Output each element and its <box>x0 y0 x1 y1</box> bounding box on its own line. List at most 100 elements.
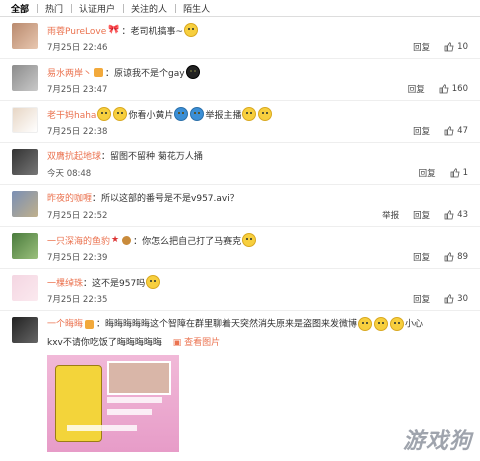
vip-badge-icon <box>85 319 95 329</box>
cat-emoji-icon <box>242 233 257 247</box>
comment-item: 一棵绰珠 ：这不是957吗 7月25日 22:35 回复 30 <box>0 269 480 311</box>
comment-text: ：老司机搞事~ <box>121 26 184 37</box>
comment-text: ：你怎么把自己打了马赛克 <box>133 236 242 247</box>
comment-username[interactable]: 易水两岸丶 <box>47 66 92 79</box>
tab-hot[interactable]: 热门 <box>37 2 71 15</box>
avatar[interactable] <box>12 107 38 133</box>
like-count: 89 <box>457 252 468 262</box>
comment-username[interactable]: 双膺抗起地球 <box>47 149 101 162</box>
avatar[interactable] <box>12 275 38 301</box>
like-button[interactable]: 30 <box>444 294 468 304</box>
like-count: 160 <box>451 84 468 94</box>
comment-text: ：这不是957吗 <box>83 278 146 289</box>
reply-button[interactable]: 回复 <box>408 83 425 95</box>
black-face-emoji-icon <box>185 65 200 79</box>
image-icon: ▣ <box>172 338 182 348</box>
tab-following[interactable]: 关注的人 <box>123 2 175 15</box>
chat-bubble <box>107 409 152 415</box>
like-button[interactable]: 1 <box>450 168 468 178</box>
medal-badge-icon <box>122 235 132 245</box>
comment-item: 易水两岸丶 ：原谅我不是个gay 7月25日 23:47 回复 160 <box>0 59 480 101</box>
view-image-label: 查看图片 <box>184 338 221 348</box>
tab-verified[interactable]: 认证用户 <box>71 2 123 15</box>
like-button[interactable]: 89 <box>444 252 468 262</box>
comment-text: ：原谅我不是个gay <box>105 68 185 79</box>
comment-text: 你看小黄片 <box>128 110 174 121</box>
comment-username[interactable]: 一只深海的鱼豹 <box>47 234 110 247</box>
cat-emoji-icon <box>146 275 161 289</box>
comment-item: 双膺抗起地球 ：留图不留种 菊花万人捅 今天 08:48 回复 1 <box>0 143 480 185</box>
avatar[interactable] <box>12 23 38 49</box>
like-count: 10 <box>457 42 468 52</box>
comment-time: 7月25日 22:35 <box>47 295 108 305</box>
bow-icon: 🎀 <box>108 25 120 35</box>
comment-time: 今天 08:48 <box>47 169 92 179</box>
star-badge-icon: ★ <box>111 235 120 245</box>
doraemon-emoji-icon <box>190 107 205 121</box>
like-count: 1 <box>462 168 468 178</box>
comment-text: kxv不请你吃饭了晦晦晦晦晦 <box>47 338 162 348</box>
photo-thumbnail <box>107 361 171 395</box>
reply-button[interactable]: 回复 <box>413 125 430 137</box>
reply-button[interactable]: 回复 <box>413 251 430 263</box>
laugh-emoji-icon <box>242 107 257 121</box>
comment-text: 小心 <box>405 319 424 330</box>
comment-username[interactable]: 一个晦晦 <box>47 320 83 330</box>
comment-item: 昨夜的咖喱 ：所以这部的番号是不是v957.avi？ 7月25日 22:52 举… <box>0 185 480 227</box>
tab-all[interactable]: 全部 <box>3 2 37 15</box>
comment-username[interactable]: 老干妈haha <box>47 108 96 121</box>
cat-emoji-icon <box>374 317 389 331</box>
comment-time: 7月25日 22:46 <box>47 43 108 53</box>
thumbs-up-icon <box>444 294 454 304</box>
watermark-logo: 游戏狗 <box>402 429 472 454</box>
like-button[interactable]: 160 <box>439 84 468 94</box>
comment-item: 老干妈haha 你看小黄片 举报主播 7月25日 22:38 回复 47 <box>0 101 480 143</box>
avatar[interactable] <box>12 65 38 91</box>
cat-emoji-icon <box>390 317 405 331</box>
report-button[interactable]: 举报 <box>382 209 399 221</box>
like-count: 43 <box>457 210 468 220</box>
comment-item: 雨蓉PureLove 🎀 ：老司机搞事~ 7月25日 22:46 回复 10 <box>0 17 480 59</box>
reply-button[interactable]: 回复 <box>413 209 430 221</box>
thumbs-up-icon <box>444 42 454 52</box>
comment-text: 举报主播 <box>205 110 242 121</box>
comment-username[interactable]: 雨蓉PureLove <box>47 24 106 37</box>
chat-bubble <box>107 397 162 403</box>
tab-strangers[interactable]: 陌生人 <box>175 2 218 15</box>
avatar[interactable] <box>12 149 38 175</box>
thumbs-up-icon <box>439 84 449 94</box>
vip-badge-icon <box>94 67 104 77</box>
thumbs-up-icon <box>444 210 454 220</box>
comment-time: 7月25日 22:39 <box>47 253 108 263</box>
like-button[interactable]: 47 <box>444 126 468 136</box>
attached-image[interactable] <box>47 355 179 452</box>
comment-username[interactable]: 昨夜的咖喱 <box>47 191 92 204</box>
smile-emoji-icon <box>97 107 112 121</box>
comment-item: 一只深海的鱼豹 ★ ：你怎么把自己打了马赛克 7月25日 22:39 回复 89 <box>0 227 480 269</box>
comment-text: ：所以这部的番号是不是v957.avi？ <box>92 194 239 204</box>
reply-button[interactable]: 回复 <box>413 293 430 305</box>
laugh-emoji-icon <box>258 107 273 121</box>
chat-bubble <box>67 425 137 431</box>
avatar[interactable] <box>12 191 38 217</box>
thumbs-up-icon <box>444 126 454 136</box>
like-count: 30 <box>457 294 468 304</box>
avatar[interactable] <box>12 233 38 259</box>
filter-tabs: 全部 热门 认证用户 关注的人 陌生人 <box>0 0 480 17</box>
comment-username[interactable]: 一棵绰珠 <box>47 276 83 289</box>
doraemon-emoji-icon <box>174 107 189 121</box>
like-button[interactable]: 43 <box>444 210 468 220</box>
comment-time: 7月25日 23:47 <box>47 85 108 95</box>
comment-list: 雨蓉PureLove 🎀 ：老司机搞事~ 7月25日 22:46 回复 10 易… <box>0 17 480 452</box>
comment-text: ：留图不留种 菊花万人捅 <box>101 152 203 162</box>
comment-time: 7月25日 22:38 <box>47 127 108 137</box>
comment-text: ：晦晦晦晦晦这个智障在群里聊着天突然消失原来是盗图来发微博 <box>96 319 358 330</box>
reply-button[interactable]: 回复 <box>419 167 436 179</box>
thumbs-up-icon <box>444 252 454 262</box>
avatar[interactable] <box>12 317 38 343</box>
view-image-link[interactable]: ▣ 查看图片 <box>173 338 220 348</box>
like-button[interactable]: 10 <box>444 42 468 52</box>
cat-emoji-icon <box>358 317 373 331</box>
reply-button[interactable]: 回复 <box>413 41 430 53</box>
comment-time: 7月25日 22:52 <box>47 211 108 221</box>
